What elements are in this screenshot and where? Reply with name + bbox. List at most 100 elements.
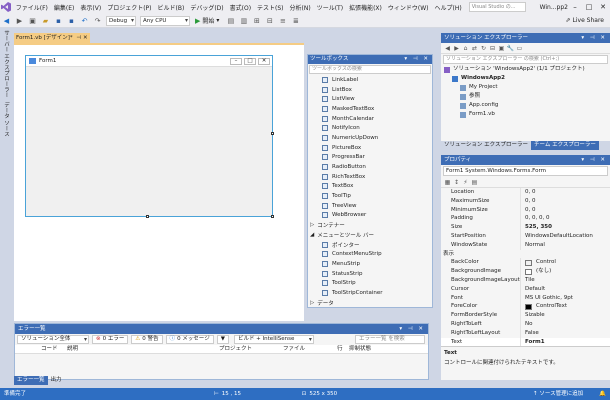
events-icon[interactable]: ⚡ [461, 179, 470, 186]
property-row[interactable]: MaximumSize 0, 0 [441, 196, 610, 206]
toolbox-item[interactable]: ListView [308, 94, 432, 104]
minimize-icon[interactable]: – [568, 3, 582, 11]
categorized-icon[interactable]: ▦ [443, 179, 452, 186]
property-row[interactable]: Size 525, 350 [441, 223, 610, 232]
error-scope-dropdown[interactable]: ソリューション全体 [17, 335, 89, 344]
solution-tree-item[interactable]: WindowsApp2 [441, 74, 610, 83]
toolbox-item[interactable]: ポインター [308, 240, 432, 250]
properties-icon[interactable]: 🔧 [506, 45, 515, 52]
toolbox-item[interactable]: RadioButton [308, 162, 432, 172]
notifications-icon[interactable]: 🔔 [599, 388, 606, 400]
server-explorer-tab[interactable]: サーバー エクスプローラー [0, 28, 12, 100]
show-all-icon[interactable]: ▣ [497, 45, 506, 52]
errors-filter-button[interactable]: ⊗ 0 エラー [92, 335, 129, 344]
forward-icon[interactable]: ▶ [452, 45, 461, 52]
toolbox-item[interactable]: LinkLabel [308, 75, 432, 85]
property-row[interactable]: BackgroundImageLayout Tile [441, 275, 610, 285]
toolbox-item[interactable]: ProgressBar [308, 153, 432, 163]
toolbox-item[interactable]: StatusStrip [308, 269, 432, 279]
maximize-icon[interactable]: □ [582, 3, 596, 11]
forward-icon[interactable]: ▶ [14, 16, 25, 26]
solution-tree-item[interactable]: ソリューション 'WindowsApp2' (1/1 プロジェクト) [441, 65, 610, 74]
toolbox-item[interactable]: PictureBox [308, 143, 432, 153]
toolbox-item[interactable]: NotifyIcon [308, 123, 432, 133]
property-category[interactable]: 表示 [441, 250, 610, 259]
resize-handle-bottom[interactable] [146, 215, 149, 218]
menu-item[interactable]: 拡張機能(X) [346, 3, 385, 12]
property-row[interactable]: Padding 0, 0, 0, 0 [441, 214, 610, 224]
toolbox-item[interactable]: MaskedTextBox [308, 104, 432, 114]
toolbox-category[interactable]: ▷ データ [308, 298, 432, 308]
menu-item[interactable]: ウィンドウ(W) [385, 3, 432, 12]
resize-handle-corner[interactable] [271, 215, 274, 218]
redo-icon[interactable]: ↷ [92, 16, 103, 26]
refresh-icon[interactable]: ↻ [479, 45, 488, 52]
toolbar-icon-b[interactable]: ▥ [238, 16, 249, 26]
panel-controls-icon[interactable]: ▾ ⊣ ✕ [581, 155, 607, 165]
start-button[interactable]: ▶ 開始 ▾ [195, 16, 219, 26]
menu-item[interactable]: デバッグ(D) [187, 3, 226, 12]
toolbox-item[interactable]: ToolStripContainer [308, 288, 432, 298]
collapse-icon[interactable]: ⊟ [488, 45, 497, 52]
expand-icon[interactable]: ▷ [310, 222, 314, 228]
col-code[interactable]: コード [41, 345, 67, 353]
tab-solution-explorer[interactable]: ソリューション エクスプローラー [441, 141, 531, 150]
platform-dropdown[interactable]: Any CPU [140, 15, 190, 26]
configuration-dropdown[interactable]: Debug [106, 15, 136, 26]
warnings-filter-button[interactable]: ⚠ 0 警告 [131, 335, 163, 344]
toolbox-pin-close-icon[interactable]: ▾ ⊣ ✕ [404, 55, 430, 64]
toolbox-item[interactable]: NumericUpDown [308, 133, 432, 143]
toolbox-item[interactable]: MenuStrip [308, 259, 432, 269]
menu-item[interactable]: 編集(E) [51, 3, 77, 12]
back-icon[interactable]: ◀ [443, 45, 452, 52]
close-tab-icon[interactable]: ✕ [83, 35, 88, 41]
col-line[interactable]: 行 [337, 345, 349, 353]
toolbox-category[interactable]: ▷ コンテナー [308, 220, 432, 230]
toolbox-item[interactable]: ToolTip [308, 191, 432, 201]
solution-search-input[interactable]: ソリューション エクスプローラー の検索 (Ctrl+;) [443, 55, 608, 64]
toolbar-icon-e[interactable]: ≡ [277, 16, 288, 26]
alphabetical-icon[interactable]: ↕ [452, 179, 461, 186]
expand-icon[interactable]: ▷ [310, 300, 314, 306]
form-designer[interactable]: Form1 – □ ✕ [25, 55, 273, 217]
menu-item[interactable]: ヘルプ(H) [431, 3, 464, 12]
close-icon[interactable]: ✕ [596, 3, 610, 11]
solution-tree-item[interactable]: My Project [441, 83, 610, 92]
property-row[interactable]: BackgroundImage (なし) [441, 267, 610, 276]
resize-handle-right[interactable] [271, 132, 274, 135]
menu-item[interactable]: ツール(T) [314, 3, 346, 12]
new-project-icon[interactable]: ▣ [27, 16, 38, 26]
menu-item[interactable]: ビルド(B) [155, 3, 188, 12]
menu-item[interactable]: 書式(O) [227, 3, 254, 12]
property-row[interactable]: FormBorderStyle Sizable [441, 311, 610, 320]
toolbox-category[interactable]: ◢ メニューとツール バー [308, 230, 432, 240]
toolbox-item[interactable]: RichTextBox [308, 172, 432, 182]
panel-controls-icon[interactable]: ▾ ⊣ ✕ [581, 33, 607, 43]
expand-icon[interactable]: ◢ [310, 232, 314, 238]
toolbar-icon-a[interactable]: ▤ [225, 16, 236, 26]
toolbox-search-input[interactable]: ツールボックスの検索 [309, 65, 431, 74]
toolbar-icon-f[interactable]: ≣ [290, 16, 301, 26]
sync-icon[interactable]: ⇄ [470, 45, 479, 52]
toolbox-item[interactable]: ContextMenuStrip [308, 249, 432, 259]
menu-item[interactable]: ファイル(F) [13, 3, 51, 12]
property-row[interactable]: MinimumSize 0, 0 [441, 205, 610, 215]
live-share-button[interactable]: ⇗ Live Share [565, 17, 604, 24]
error-search-input[interactable]: エラー一覧 を検索 [355, 335, 425, 344]
property-object-dropdown[interactable]: Form1 System.Windows.Forms.Form [443, 166, 608, 176]
toolbox-item[interactable]: MonthCalendar [308, 114, 432, 124]
solution-tree-item[interactable]: Form1.vb [441, 110, 610, 119]
panel-controls-icon[interactable]: ▾ ⊣ ✕ [399, 324, 425, 334]
property-row[interactable]: Location 0, 0 [441, 188, 610, 197]
toolbar-icon-c[interactable]: ⊞ [251, 16, 262, 26]
document-tab[interactable]: Form1.vb [デザイン]* ⊣ ✕ [14, 33, 90, 43]
search-input[interactable]: Visual Studio の... [468, 2, 526, 12]
filter-icon[interactable]: ▼ [216, 335, 229, 344]
toolbox-item[interactable]: ToolStrip [308, 278, 432, 288]
property-row[interactable]: Font MS UI Gothic, 9pt [441, 293, 610, 303]
col-project[interactable]: プロジェクト [219, 345, 283, 353]
tab-output[interactable]: 出力 [48, 376, 65, 385]
menu-item[interactable]: プロジェクト(P) [104, 3, 154, 12]
toolbox-item[interactable]: TreeView [308, 201, 432, 211]
property-row[interactable]: BackColor Control [441, 258, 610, 268]
